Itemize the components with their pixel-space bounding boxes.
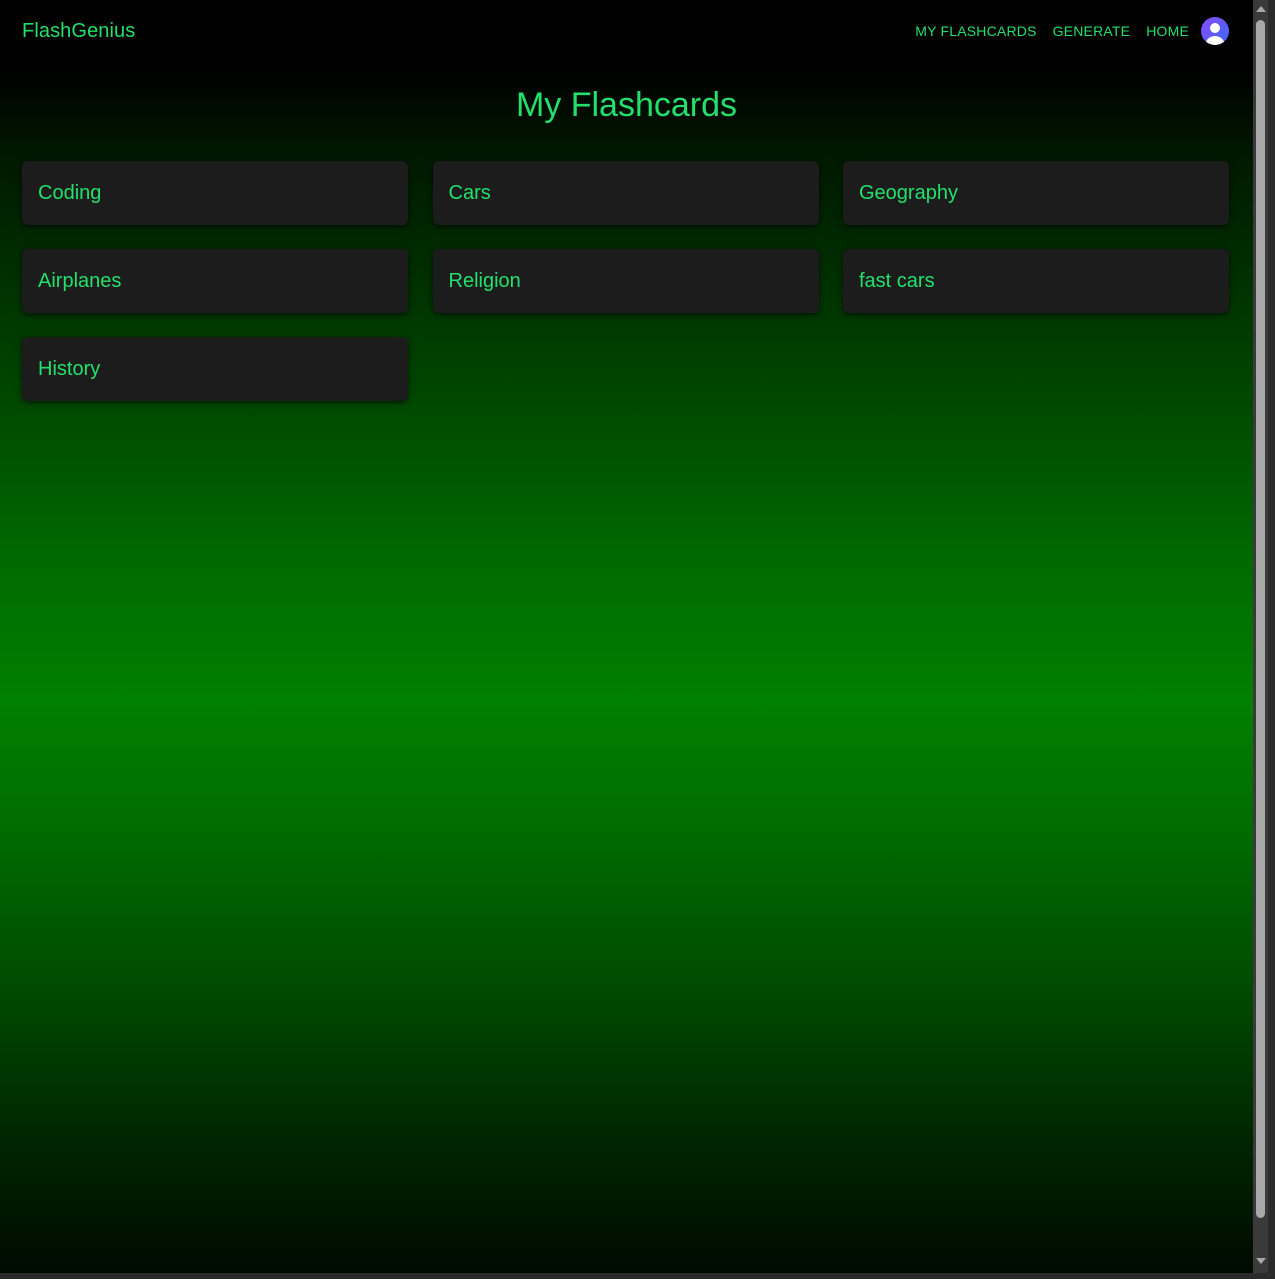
app-bar: FlashGenius MY FLASHCARDS GENERATE HOME — [0, 0, 1253, 62]
flashcard-set-card[interactable]: fast cars — [843, 249, 1229, 313]
brand-logo-text[interactable]: FlashGenius — [22, 20, 135, 43]
user-avatar-icon[interactable] — [1201, 17, 1229, 45]
avatar-head-shape — [1210, 23, 1220, 33]
flashcard-set-card[interactable]: Religion — [432, 249, 819, 313]
flashcard-set-name: Religion — [448, 269, 521, 292]
top-nav: MY FLASHCARDS GENERATE HOME — [907, 17, 1229, 45]
flashcard-set-card[interactable]: Airplanes — [22, 249, 408, 313]
flashcard-set-name: Geography — [859, 181, 958, 204]
scroll-up-arrow-icon[interactable] — [1256, 6, 1266, 12]
window-bottom-edge — [0, 1273, 1275, 1279]
page-viewport: FlashGenius MY FLASHCARDS GENERATE HOME … — [0, 0, 1253, 1273]
flashcard-set-name: Airplanes — [38, 269, 122, 292]
page-title: My Flashcards — [515, 86, 738, 124]
nav-generate-button[interactable]: GENERATE — [1045, 17, 1139, 45]
flashcard-set-grid: Coding Cars Geography Airplanes Religion… — [22, 161, 1229, 401]
vertical-scrollbar[interactable] — [1253, 0, 1275, 1273]
flashcard-set-name: Cars — [448, 181, 491, 204]
flashcard-set-card[interactable]: Coding — [22, 161, 408, 225]
scroll-down-arrow-icon[interactable] — [1256, 1258, 1266, 1264]
flashcard-set-card[interactable]: Cars — [432, 161, 819, 225]
flashcard-set-name: Coding — [38, 181, 102, 204]
nav-my-flashcards-button[interactable]: MY FLASHCARDS — [907, 17, 1044, 45]
avatar-body-shape — [1205, 36, 1225, 45]
flashcard-set-name: History — [38, 357, 101, 380]
flashcard-set-card[interactable]: History — [22, 337, 408, 401]
flashcard-set-card[interactable]: Geography — [843, 161, 1229, 225]
scrollbar-thumb[interactable] — [1256, 20, 1265, 1218]
scrollbar-track[interactable] — [1253, 0, 1268, 1273]
flashcard-set-name: fast cars — [859, 269, 935, 292]
nav-home-button[interactable]: HOME — [1138, 17, 1197, 45]
